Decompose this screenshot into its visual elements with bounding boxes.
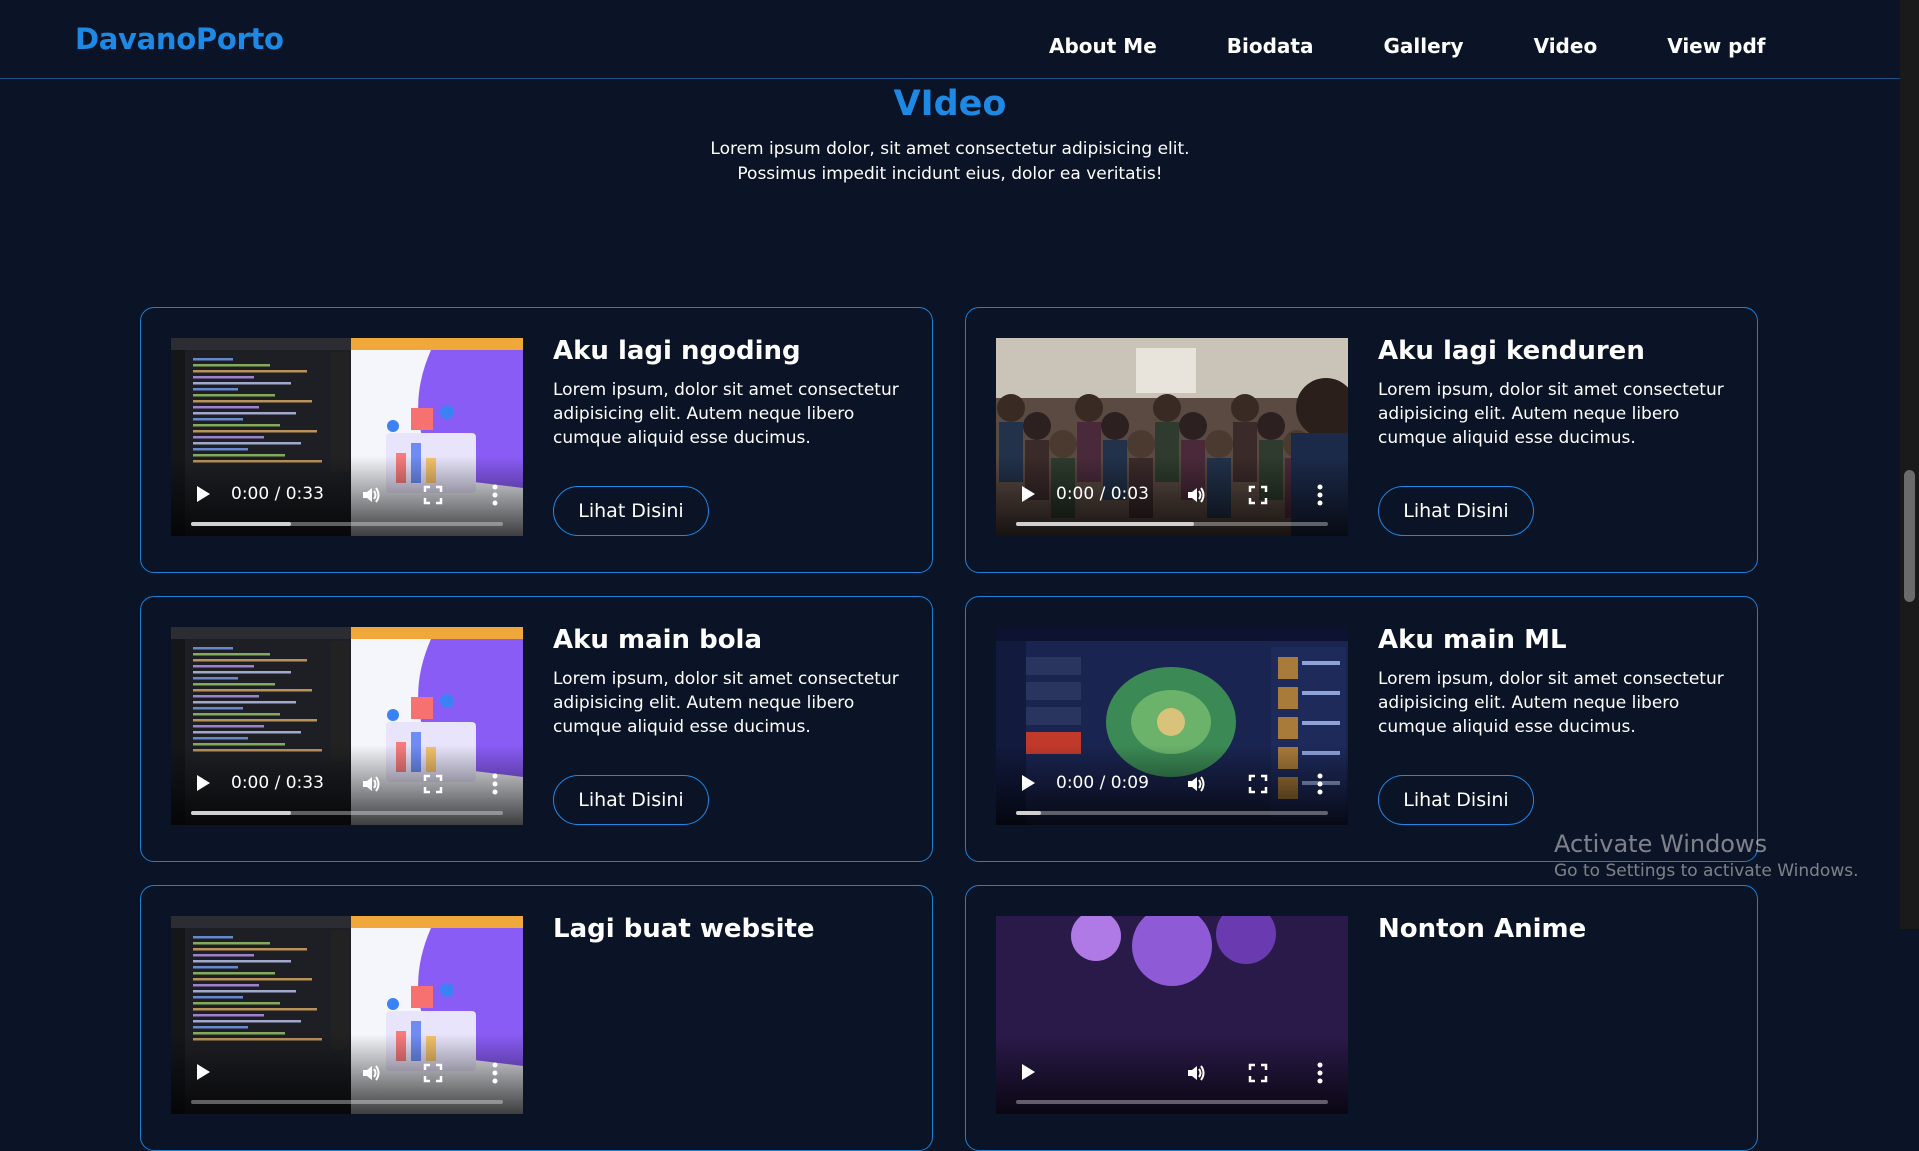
lihat-disini-button[interactable]: Lihat Disini [1378,486,1534,536]
more-options-icon[interactable] [1316,773,1324,799]
video-controls [996,1034,1348,1114]
section-description: Lorem ipsum dolor, sit amet consectetur … [710,139,1190,184]
lihat-disini-button[interactable]: Lihat Disini [553,486,709,536]
video-progress-bar[interactable] [1016,1100,1328,1104]
video-card: 0:00 / 0:33 Aku main bola Lorem ipsum, d… [140,596,933,862]
site-logo[interactable]: DavanoPorto [75,22,284,56]
video-progress-fill [1016,811,1041,815]
video-progress-fill [191,522,291,526]
nav-link-view-pdf[interactable]: View pdf [1667,34,1765,58]
fullscreen-icon[interactable] [423,485,443,509]
volume-icon[interactable] [1186,485,1206,509]
nav-link-biodata[interactable]: Biodata [1227,34,1314,58]
video-card-description: Lorem ipsum, dolor sit amet consectetur … [553,669,899,737]
video-player[interactable]: 0:00 / 0:33 [171,338,523,536]
volume-icon[interactable] [361,1063,381,1087]
volume-icon[interactable] [361,485,381,509]
video-card-title: Nonton Anime [1378,914,1587,944]
play-icon[interactable] [1022,486,1035,502]
video-card-title: Aku lagi kenduren [1378,336,1645,366]
fullscreen-icon[interactable] [1248,774,1268,798]
fullscreen-icon[interactable] [1248,485,1268,509]
video-controls: 0:00 / 0:09 [996,745,1348,825]
video-time: 0:00 / 0:33 [231,484,324,504]
video-card-title: Aku main ML [1378,625,1567,655]
play-icon[interactable] [197,1064,210,1080]
video-player[interactable]: 0:00 / 0:03 [996,338,1348,536]
volume-icon[interactable] [1186,1063,1206,1087]
video-progress-bar[interactable] [191,522,503,526]
lihat-disini-button[interactable]: Lihat Disini [553,775,709,825]
video-card: 0:00 / 0:33 Aku lagi ngoding Lorem ipsum… [140,307,933,573]
page-scrollbar[interactable] [1900,0,1919,929]
video-time: 0:00 / 0:33 [231,773,324,793]
video-player[interactable]: 0:00 / 0:33 [171,627,523,825]
video-progress-fill [191,811,291,815]
fullscreen-icon[interactable] [1248,1063,1268,1087]
video-player[interactable] [996,916,1348,1114]
nav-link-video[interactable]: Video [1534,34,1598,58]
nav-link-gallery[interactable]: Gallery [1383,34,1463,58]
video-progress-bar[interactable] [1016,522,1328,526]
video-card-title: Lagi buat website [553,914,815,944]
video-controls [171,1034,523,1114]
video-player[interactable] [171,916,523,1114]
video-card-title: Aku lagi ngoding [553,336,801,366]
navbar: DavanoPorto About Me Biodata Gallery Vid… [0,0,1900,79]
video-player[interactable]: 0:00 / 0:09 [996,627,1348,825]
video-time: 0:00 / 0:09 [1056,773,1149,793]
video-card-title: Aku main bola [553,625,763,655]
video-card-description: Lorem ipsum, dolor sit amet consectetur … [1378,669,1724,737]
play-icon[interactable] [1022,775,1035,791]
watermark-subtitle: Go to Settings to activate Windows. [1554,861,1859,881]
lihat-disini-button[interactable]: Lihat Disini [1378,775,1534,825]
play-icon[interactable] [197,486,210,502]
play-icon[interactable] [1022,1064,1035,1080]
fullscreen-icon[interactable] [423,1063,443,1087]
video-controls: 0:00 / 0:33 [171,456,523,536]
video-card: 0:00 / 0:09 Aku main ML Lorem ipsum, dol… [965,596,1758,862]
scrollbar-thumb[interactable] [1904,470,1915,602]
volume-icon[interactable] [361,774,381,798]
video-card: 0:00 / 0:03 Aku lagi kenduren Lorem ipsu… [965,307,1758,573]
more-options-icon[interactable] [491,484,499,510]
video-progress-bar[interactable] [191,1100,503,1104]
video-time: 0:00 / 0:03 [1056,484,1149,504]
more-options-icon[interactable] [491,1062,499,1088]
more-options-icon[interactable] [1316,484,1324,510]
video-progress-fill [1016,522,1194,526]
video-controls: 0:00 / 0:03 [996,456,1348,536]
windows-activation-watermark: Activate Windows Go to Settings to activ… [1554,829,1859,883]
video-card: Lagi buat website [140,885,933,1151]
play-icon[interactable] [197,775,210,791]
more-options-icon[interactable] [1316,1062,1324,1088]
video-card-description: Lorem ipsum, dolor sit amet consectetur … [1378,380,1724,448]
nav-links: About Me Biodata Gallery Video View pdf [1049,34,1766,58]
video-progress-bar[interactable] [191,811,503,815]
section-title: VIdeo [893,84,1007,124]
volume-icon[interactable] [1186,774,1206,798]
video-card: Nonton Anime [965,885,1758,1151]
fullscreen-icon[interactable] [423,774,443,798]
video-progress-bar[interactable] [1016,811,1328,815]
more-options-icon[interactable] [491,773,499,799]
watermark-title: Activate Windows [1554,830,1768,858]
video-controls: 0:00 / 0:33 [171,745,523,825]
nav-link-about-me[interactable]: About Me [1049,34,1157,58]
video-card-description: Lorem ipsum, dolor sit amet consectetur … [553,380,899,448]
